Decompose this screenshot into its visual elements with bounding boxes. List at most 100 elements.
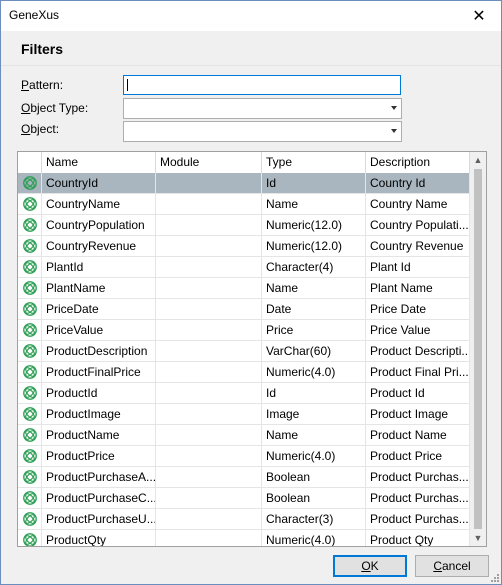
table-row[interactable]: ProductPurchaseU... Character(3) Product P… xyxy=(18,509,470,530)
cell-description: Price Value xyxy=(366,320,470,340)
table-row[interactable]: ProductFinalPrice Numeric(4.0) Product Fin… xyxy=(18,362,470,383)
attribute-icon xyxy=(18,194,42,214)
cell-type: Date xyxy=(262,299,366,319)
cell-description: Country Name xyxy=(366,194,470,214)
table-row[interactable]: ProductId Id Product Id xyxy=(18,383,470,404)
cell-name: CountryName xyxy=(42,194,156,214)
ok-accel: O xyxy=(361,559,371,573)
attribute-icon xyxy=(18,530,42,546)
cell-module xyxy=(156,383,262,403)
cell-type: Numeric(4.0) xyxy=(262,446,366,466)
cell-type: Numeric(4.0) xyxy=(262,530,366,546)
cell-name: CountryId xyxy=(42,173,156,193)
scrollbar-thumb[interactable] xyxy=(474,169,482,529)
attribute-icon xyxy=(18,467,42,487)
cell-description: Country Populati... xyxy=(366,215,470,235)
cell-type: VarChar(60) xyxy=(262,341,366,361)
table-row[interactable]: PriceDate Date Price Date xyxy=(18,299,470,320)
cell-description: Product Id xyxy=(366,383,470,403)
table-row[interactable]: ProductImage Image Product Image xyxy=(18,404,470,425)
cell-name: PlantId xyxy=(42,257,156,277)
scroll-down-icon[interactable]: ▼ xyxy=(470,530,486,546)
cell-type: Name xyxy=(262,194,366,214)
cell-module xyxy=(156,194,262,214)
cell-type: Boolean xyxy=(262,488,366,508)
cell-name: ProductName xyxy=(42,425,156,445)
attribute-icon xyxy=(18,488,42,508)
table-row[interactable]: ProductPrice Numeric(4.0) Product Price xyxy=(18,446,470,467)
table-row[interactable]: PlantId Character(4) Plant Id xyxy=(18,257,470,278)
attribute-icon xyxy=(18,299,42,319)
attribute-icon xyxy=(18,509,42,529)
table-row[interactable]: ProductPurchaseA... Boolean Product Purcha… xyxy=(18,467,470,488)
attribute-icon xyxy=(18,173,42,193)
table-row[interactable]: CountryId Id Country Id xyxy=(18,173,470,194)
cell-name: PriceDate xyxy=(42,299,156,319)
table-row[interactable]: ProductDescription VarChar(60) Product Des… xyxy=(18,341,470,362)
cell-name: ProductId xyxy=(42,383,156,403)
window-title: GeneXus xyxy=(9,8,60,22)
cell-module xyxy=(156,530,262,546)
cell-name: PlantName xyxy=(42,278,156,298)
attribute-icon xyxy=(18,362,42,382)
pattern-accel: P xyxy=(21,78,30,92)
cell-type: Id xyxy=(262,173,366,193)
cell-type: Numeric(12.0) xyxy=(262,215,366,235)
object-select[interactable] xyxy=(123,121,402,142)
cell-module xyxy=(156,509,262,529)
attribute-icon xyxy=(18,425,42,445)
column-header-type[interactable]: Type xyxy=(262,152,366,173)
cell-description: Country Id xyxy=(366,173,470,193)
cell-description: Product Price xyxy=(366,446,470,466)
object-type-accel: O xyxy=(21,101,31,115)
table-row[interactable]: CountryName Name Country Name xyxy=(18,194,470,215)
cell-name: ProductImage xyxy=(42,404,156,424)
ok-button[interactable]: OK xyxy=(333,555,407,577)
cancel-accel: C xyxy=(433,559,442,573)
chevron-down-icon[interactable] xyxy=(391,129,397,133)
resize-grip-icon[interactable] xyxy=(489,572,499,582)
table-row[interactable]: PlantName Name Plant Name xyxy=(18,278,470,299)
column-header-name[interactable]: Name xyxy=(42,152,156,173)
attribute-icon xyxy=(18,446,42,466)
cell-module xyxy=(156,236,262,256)
pattern-input[interactable] xyxy=(123,75,401,95)
cell-description: Product Purchas... xyxy=(366,488,470,508)
object-type-label: Object Type: xyxy=(21,101,88,115)
table-row[interactable]: CountryPopulation Numeric(12.0) Country Po… xyxy=(18,215,470,236)
attribute-icon xyxy=(18,257,42,277)
object-type-select[interactable] xyxy=(123,98,402,119)
cell-type: Image xyxy=(262,404,366,424)
cell-module xyxy=(156,278,262,298)
cell-name: PriceValue xyxy=(42,320,156,340)
table-row[interactable]: ProductQty Numeric(4.0) Product Qty xyxy=(18,530,470,546)
cell-name: ProductFinalPrice xyxy=(42,362,156,382)
cell-name: ProductQty xyxy=(42,530,156,546)
column-header-description[interactable]: Description xyxy=(366,152,470,173)
cell-name: CountryRevenue xyxy=(42,236,156,256)
cell-name: ProductPurchaseC... xyxy=(42,488,156,508)
attribute-icon xyxy=(18,341,42,361)
cell-description: Price Date xyxy=(366,299,470,319)
cancel-button[interactable]: Cancel xyxy=(415,555,489,577)
cell-module xyxy=(156,446,262,466)
chevron-down-icon[interactable] xyxy=(391,106,397,110)
vertical-scrollbar[interactable]: ▲ ▼ xyxy=(470,152,486,546)
table-row[interactable]: PriceValue Price Price Value xyxy=(18,320,470,341)
text-caret xyxy=(127,79,128,91)
cell-description: Plant Id xyxy=(366,257,470,277)
ok-label-rest: K xyxy=(370,559,379,573)
attribute-icon xyxy=(18,404,42,424)
table-row[interactable]: ProductName Name Product Name xyxy=(18,425,470,446)
close-button[interactable]: ✕ xyxy=(457,1,501,31)
icon-column-header xyxy=(18,152,42,173)
cancel-label-rest: ancel xyxy=(441,559,471,573)
table-row[interactable]: CountryRevenue Numeric(12.0) Country Reven… xyxy=(18,236,470,257)
object-label: Object: xyxy=(21,122,59,136)
scroll-up-icon[interactable]: ▲ xyxy=(470,152,486,168)
cell-type: Name xyxy=(262,425,366,445)
cell-module xyxy=(156,257,262,277)
table-row[interactable]: ProductPurchaseC... Boolean Product Purcha… xyxy=(18,488,470,509)
cell-type: Numeric(12.0) xyxy=(262,236,366,256)
column-header-module[interactable]: Module xyxy=(156,152,262,173)
